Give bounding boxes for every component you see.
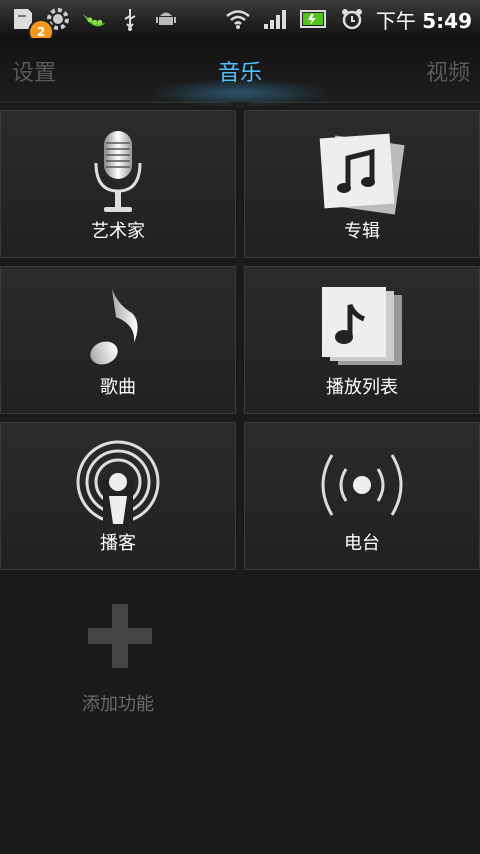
clock-time: 下午 5:49 bbox=[376, 5, 472, 34]
playlist-icon bbox=[245, 279, 479, 379]
music-note-icon bbox=[1, 279, 235, 379]
tile-radio[interactable]: 电台 bbox=[244, 422, 480, 570]
usb-icon bbox=[116, 5, 144, 33]
app-screen: 2 下午 5:49 音乐 设置 视频 艺术家 专辑 歌曲 播放列表 播客 电台 … bbox=[0, 0, 480, 854]
battery-icon bbox=[299, 5, 328, 33]
android-debug-icon bbox=[152, 5, 180, 33]
tile-label: 艺术家 bbox=[91, 221, 145, 242]
tab-music[interactable]: 音乐 bbox=[0, 38, 480, 102]
wifi-icon bbox=[224, 5, 252, 33]
tile-artists[interactable]: 艺术家 bbox=[0, 110, 236, 258]
add-feature-button[interactable]: 添加功能 bbox=[0, 590, 236, 730]
add-feature-label: 添加功能 bbox=[82, 694, 154, 715]
peapod-icon bbox=[80, 5, 108, 33]
tab-video[interactable]: 视频 bbox=[426, 38, 470, 102]
tile-label: 播放列表 bbox=[326, 377, 398, 398]
radio-icon bbox=[245, 435, 479, 535]
status-right: 下午 5:49 bbox=[224, 0, 472, 38]
signal-strength-icon bbox=[262, 5, 290, 33]
tile-playlists[interactable]: 播放列表 bbox=[244, 266, 480, 414]
alarm-clock-icon bbox=[338, 5, 366, 33]
status-left: 2 bbox=[8, 0, 180, 43]
status-bar: 2 下午 5:49 bbox=[0, 0, 480, 43]
tile-label: 专辑 bbox=[344, 221, 380, 242]
plus-icon bbox=[88, 604, 152, 668]
tile-label: 歌曲 bbox=[100, 377, 136, 398]
category-tab-bar: 音乐 设置 视频 bbox=[0, 38, 480, 108]
tile-songs[interactable]: 歌曲 bbox=[0, 266, 236, 414]
microphone-icon bbox=[1, 123, 235, 223]
tab-settings[interactable]: 设置 bbox=[12, 38, 56, 102]
time-value: 5:49 bbox=[422, 8, 472, 33]
tile-podcasts[interactable]: 播客 bbox=[0, 422, 236, 570]
podcast-icon bbox=[1, 435, 235, 535]
tile-albums[interactable]: 专辑 bbox=[244, 110, 480, 258]
tile-label: 电台 bbox=[344, 533, 380, 554]
album-icon bbox=[245, 123, 479, 223]
app-notification-icon[interactable]: 2 bbox=[8, 5, 52, 43]
time-period: 下午 bbox=[375, 8, 416, 33]
tile-label: 播客 bbox=[100, 533, 136, 554]
